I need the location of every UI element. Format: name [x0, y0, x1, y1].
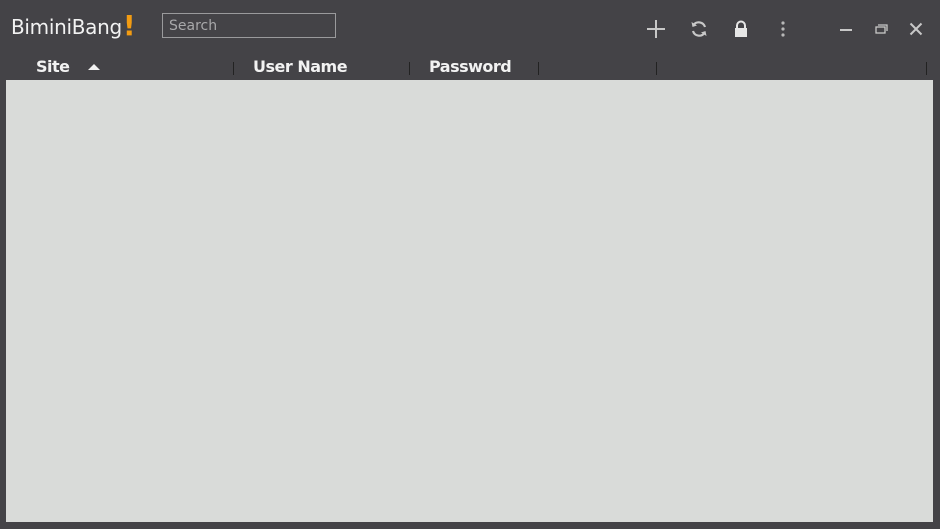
refresh-icon [691, 21, 707, 37]
sort-ascending-icon[interactable] [88, 64, 100, 70]
title-bar: BiminiBang! [0, 0, 940, 52]
lock-icon [735, 20, 747, 37]
column-header-user-name[interactable]: User Name [253, 57, 348, 76]
app-name-accent: ! [122, 9, 136, 42]
table-header: Site User Name Password [0, 56, 940, 80]
column-resize-handle[interactable] [538, 62, 539, 75]
column-resize-handle[interactable] [926, 62, 927, 75]
restore-button[interactable] [868, 16, 894, 42]
column-resize-handle[interactable] [233, 62, 234, 75]
minimize-button[interactable] [833, 16, 859, 42]
sync-button[interactable] [686, 16, 712, 42]
app-name: BiminiBang [11, 15, 122, 39]
search-input[interactable] [162, 13, 336, 38]
close-icon [909, 22, 923, 36]
minimize-icon [840, 29, 852, 31]
column-header-password[interactable]: Password [429, 57, 512, 76]
entries-list[interactable] [6, 80, 933, 522]
lock-button[interactable] [728, 16, 754, 42]
plus-icon [647, 20, 665, 38]
more-options-button[interactable] [770, 16, 796, 42]
close-button[interactable] [903, 16, 929, 42]
column-header-site[interactable]: Site [36, 57, 70, 76]
column-resize-handle[interactable] [656, 62, 657, 75]
more-vertical-icon [781, 21, 785, 37]
add-entry-button[interactable] [643, 16, 669, 42]
restore-icon [875, 24, 888, 34]
column-resize-handle[interactable] [409, 62, 410, 75]
app-logo: BiminiBang! [11, 9, 136, 42]
